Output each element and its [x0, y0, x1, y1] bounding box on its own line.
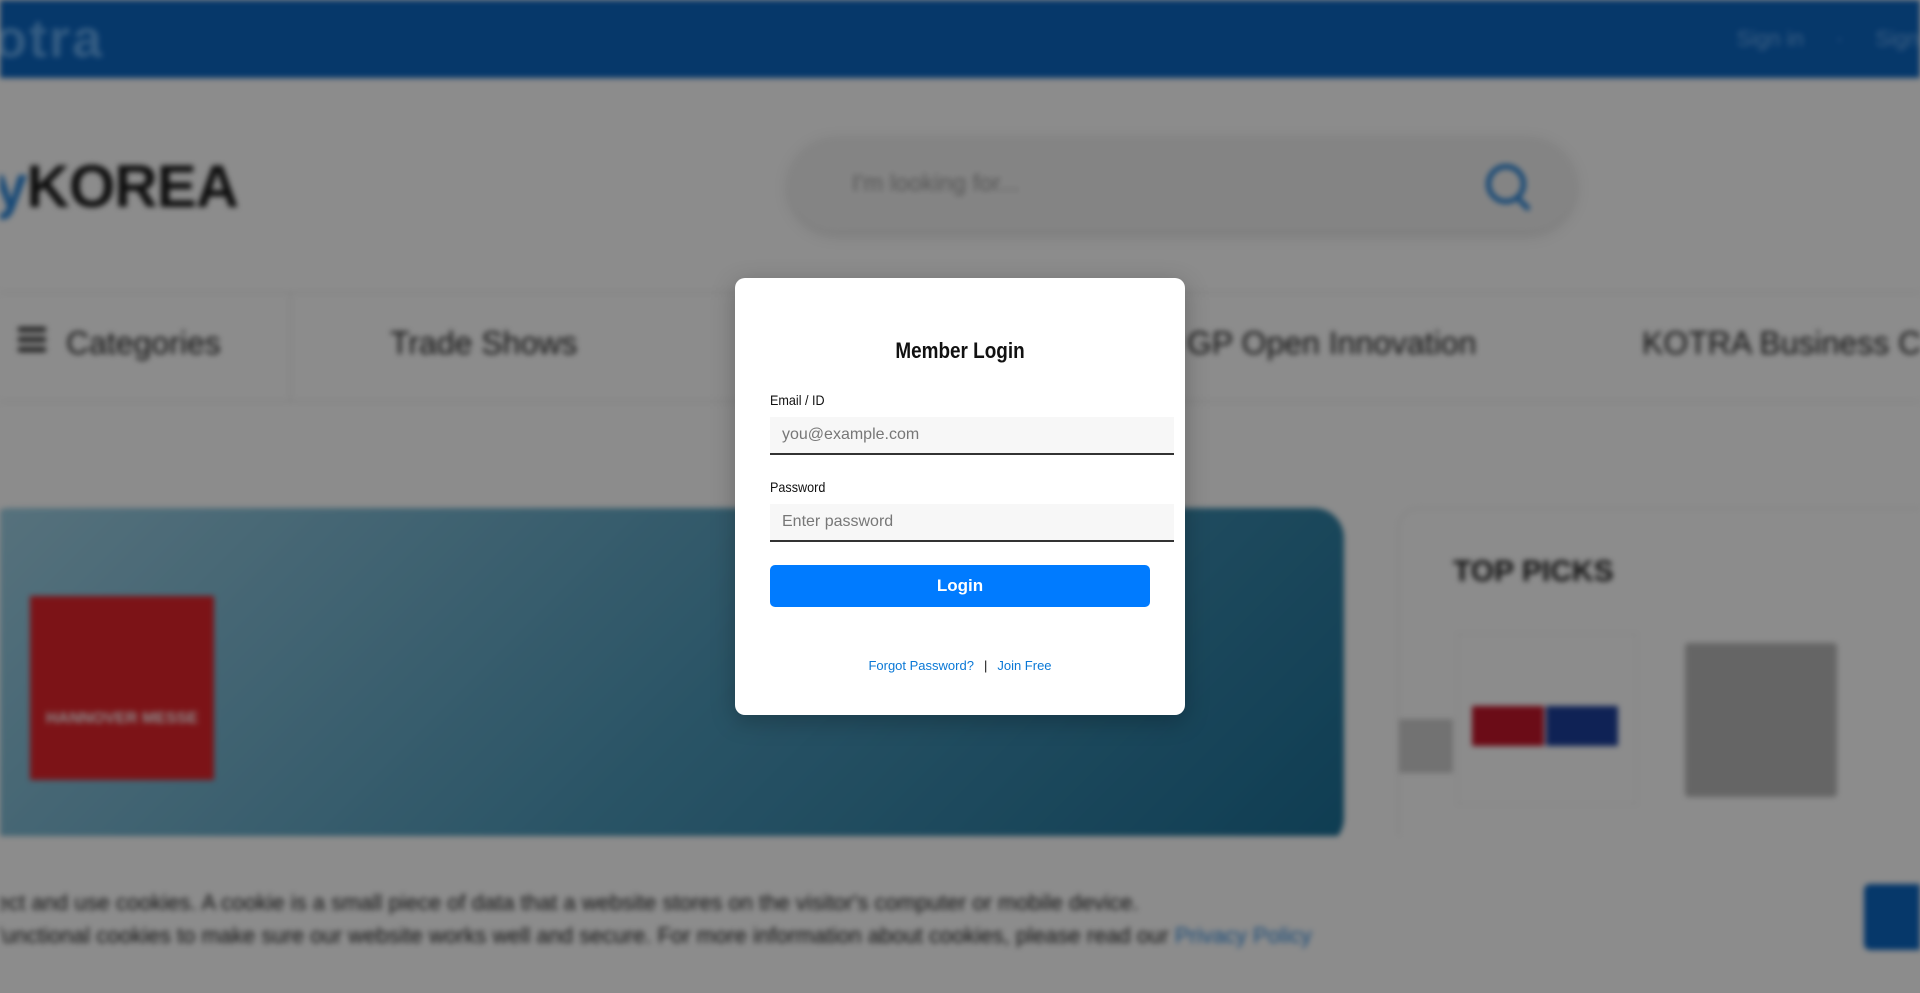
login-button[interactable]: Login	[770, 565, 1150, 607]
links-separator: |	[983, 658, 988, 673]
modal-links: Forgot Password? | Join Free	[735, 658, 1185, 673]
password-label: Password	[770, 479, 826, 495]
modal-title: Member Login	[895, 338, 1025, 363]
join-free-link[interactable]: Join Free	[997, 658, 1051, 673]
email-label: Email / ID	[770, 392, 825, 408]
forgot-password-link[interactable]: Forgot Password?	[868, 658, 974, 673]
member-login-modal: Member Login Email / ID Password Login F…	[735, 278, 1185, 715]
password-field[interactable]	[770, 504, 1174, 542]
email-field[interactable]	[770, 417, 1174, 455]
